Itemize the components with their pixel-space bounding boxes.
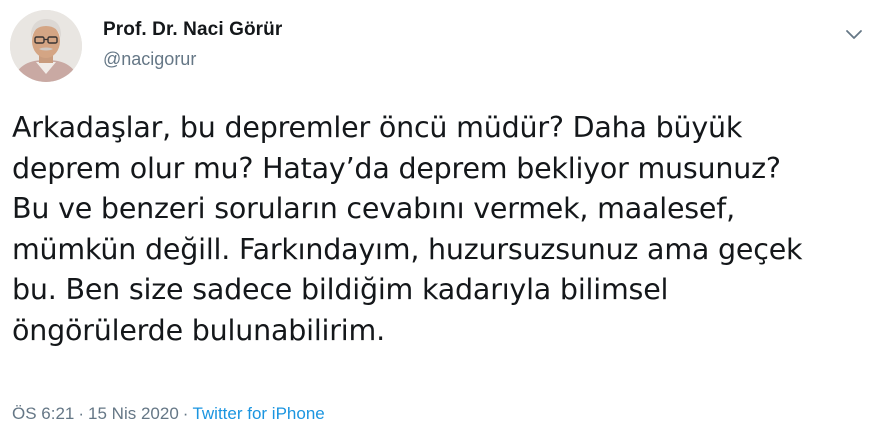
tweet-text-line: deprem olur mu? Hatay’da deprem bekliyor… <box>12 151 781 185</box>
author-handle[interactable]: @nacigorur <box>103 49 196 70</box>
chevron-down-icon[interactable] <box>842 22 866 46</box>
tweet-text-line: Bu ve benzeri soruların cevabını vermek,… <box>12 192 735 225</box>
tweet-meta: ÖS 6:21 · 15 Nis 2020 · Twitter for iPhone <box>12 404 325 424</box>
tweet-text-line: bu. Ben size sadece bildiğim kadarıyla b… <box>12 273 669 306</box>
tweet-card: Prof. Dr. Naci Görür @nacigorur Arkadaşl… <box>0 0 880 442</box>
tweet-text-line: Arkadaşlar, bu depremler öncü müdür? Dah… <box>12 111 743 144</box>
meta-separator: · <box>78 404 85 423</box>
tweet-text: Arkadaşlar, bu depremler öncü müdür? Dah… <box>12 108 872 351</box>
tweet-time[interactable]: ÖS 6:21 <box>12 404 74 423</box>
avatar[interactable] <box>10 10 82 82</box>
avatar-image <box>10 10 82 82</box>
author-name[interactable]: Prof. Dr. Naci Görür <box>103 19 282 41</box>
meta-separator: · <box>182 404 189 423</box>
tweet-text-line: mümkün değill. Farkındayım, huzursuzsunu… <box>12 232 803 266</box>
tweet-text-line: öngörülerde bulunabilirim. <box>12 313 385 347</box>
tweet-source-link[interactable]: Twitter for iPhone <box>192 404 324 423</box>
tweet-date[interactable]: 15 Nis 2020 <box>88 404 179 423</box>
